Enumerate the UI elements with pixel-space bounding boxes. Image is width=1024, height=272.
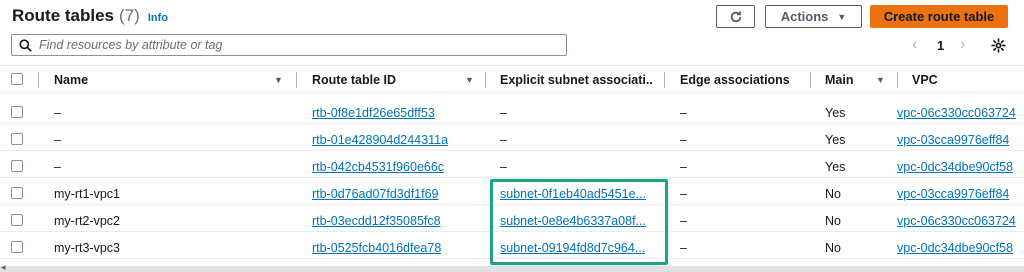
column-header-explicit-subnet[interactable]: Explicit subnet associati... bbox=[500, 66, 652, 93]
highlight-box bbox=[490, 179, 668, 265]
table-row[interactable]: – rtb-01e428904d244311a – – Yes vpc-03cc… bbox=[0, 128, 1024, 151]
vpc-link[interactable]: vpc-0dc34dbe90cf58 bbox=[897, 155, 1024, 178]
actions-button[interactable]: Actions ▼ bbox=[765, 5, 862, 28]
search-input[interactable] bbox=[39, 38, 539, 52]
page-header: Route tables (7) Info bbox=[12, 6, 168, 28]
sort-icon[interactable]: ▼ bbox=[274, 66, 283, 93]
column-divider bbox=[296, 72, 297, 88]
vpc-link[interactable]: vpc-06c330cc063724 bbox=[897, 101, 1024, 124]
route-table-id-link[interactable]: rtb-0525fcb4016dfea78 bbox=[312, 236, 441, 259]
vpc-link[interactable]: vpc-03cca9976eff84 bbox=[897, 128, 1024, 151]
info-link[interactable]: Info bbox=[148, 12, 168, 24]
cell-edge-associations: – bbox=[680, 132, 687, 147]
chevron-right-icon[interactable]: › bbox=[960, 34, 965, 56]
column-divider bbox=[810, 72, 811, 88]
cell-main: Yes bbox=[825, 159, 846, 174]
column-divider bbox=[897, 72, 898, 88]
vpc-link[interactable]: vpc-06c330cc063724 bbox=[897, 209, 1024, 232]
cell-name: my-rt3-vpc3 bbox=[54, 240, 120, 255]
column-divider bbox=[664, 72, 665, 88]
caret-down-icon: ▼ bbox=[837, 11, 847, 22]
cell-name: my-rt1-vpc1 bbox=[54, 186, 120, 201]
gear-icon[interactable] bbox=[991, 34, 1006, 56]
cell-edge-associations: – bbox=[680, 213, 687, 228]
column-header-name[interactable]: Name bbox=[54, 66, 88, 93]
search-icon bbox=[19, 38, 32, 52]
route-table-id-link[interactable]: rtb-03ecdd12f35085fc8 bbox=[312, 209, 441, 232]
row-checkbox[interactable] bbox=[11, 214, 23, 226]
vpc-link[interactable]: vpc-03cca9976eff84 bbox=[897, 182, 1024, 205]
route-table-id-link[interactable]: rtb-01e428904d244311a bbox=[312, 128, 448, 151]
search-box[interactable] bbox=[11, 34, 567, 56]
sort-icon[interactable]: ▼ bbox=[876, 66, 885, 93]
column-header-main[interactable]: Main bbox=[825, 66, 853, 93]
cell-main: Yes bbox=[825, 132, 846, 147]
cell-main: No bbox=[825, 186, 841, 201]
horizontal-scrollbar[interactable] bbox=[0, 266, 1024, 272]
row-checkbox[interactable] bbox=[11, 106, 23, 118]
column-header-route-table-id[interactable]: Route table ID bbox=[312, 66, 396, 93]
cell-edge-associations: – bbox=[680, 240, 687, 255]
cell-main: Yes bbox=[825, 105, 846, 120]
route-table-id-link[interactable]: rtb-0f8e1df26e65dff53 bbox=[312, 101, 435, 124]
row-checkbox[interactable] bbox=[11, 133, 23, 145]
route-table-id-link[interactable]: rtb-0d76ad07fd3df1f69 bbox=[312, 182, 439, 205]
page-title: Route tables bbox=[12, 6, 115, 25]
row-checkbox[interactable] bbox=[11, 160, 23, 172]
refresh-icon bbox=[730, 10, 741, 22]
cell-main: No bbox=[825, 213, 841, 228]
vpc-link[interactable]: vpc-0dc34dbe90cf58 bbox=[897, 236, 1024, 259]
cell-explicit-subnet: – bbox=[500, 159, 507, 174]
cell-explicit-subnet: – bbox=[500, 105, 507, 120]
chevron-left-icon[interactable]: ‹ bbox=[912, 34, 917, 56]
cell-explicit-subnet: – bbox=[500, 132, 507, 147]
table-row[interactable]: – rtb-0f8e1df26e65dff53 – – Yes vpc-06c3… bbox=[0, 101, 1024, 124]
cell-name: – bbox=[54, 132, 61, 147]
cell-edge-associations: – bbox=[680, 186, 687, 201]
actions-label: Actions bbox=[780, 9, 829, 24]
cell-name: – bbox=[54, 105, 61, 120]
refresh-button[interactable] bbox=[716, 5, 755, 28]
column-header-edge-associations[interactable]: Edge associations bbox=[680, 66, 790, 93]
page-number[interactable]: 1 bbox=[937, 34, 944, 56]
cell-name: my-rt2-vpc2 bbox=[54, 213, 120, 228]
cell-edge-associations: – bbox=[680, 159, 687, 174]
create-route-table-button[interactable]: Create route table bbox=[870, 5, 1008, 28]
sort-icon[interactable]: ▼ bbox=[465, 66, 474, 93]
row-checkbox[interactable] bbox=[11, 187, 23, 199]
cell-name: – bbox=[54, 159, 61, 174]
table-header: Name ▼ Route table ID ▼ Explicit subnet … bbox=[0, 65, 1024, 93]
row-checkbox[interactable] bbox=[11, 241, 23, 253]
table-row[interactable]: – rtb-042cb4531f960e66c – – Yes vpc-0dc3… bbox=[0, 155, 1024, 178]
create-label: Create route table bbox=[883, 9, 995, 24]
cell-edge-associations: – bbox=[680, 105, 687, 120]
resource-count: (7) bbox=[119, 6, 140, 25]
select-all-checkbox[interactable] bbox=[11, 73, 23, 85]
cell-main: No bbox=[825, 240, 841, 255]
column-header-vpc[interactable]: VPC bbox=[912, 66, 938, 93]
column-divider bbox=[485, 72, 486, 88]
column-divider bbox=[38, 72, 39, 88]
route-table-id-link[interactable]: rtb-042cb4531f960e66c bbox=[312, 155, 444, 178]
scroll-left-icon[interactable]: ◂ bbox=[1, 262, 6, 272]
